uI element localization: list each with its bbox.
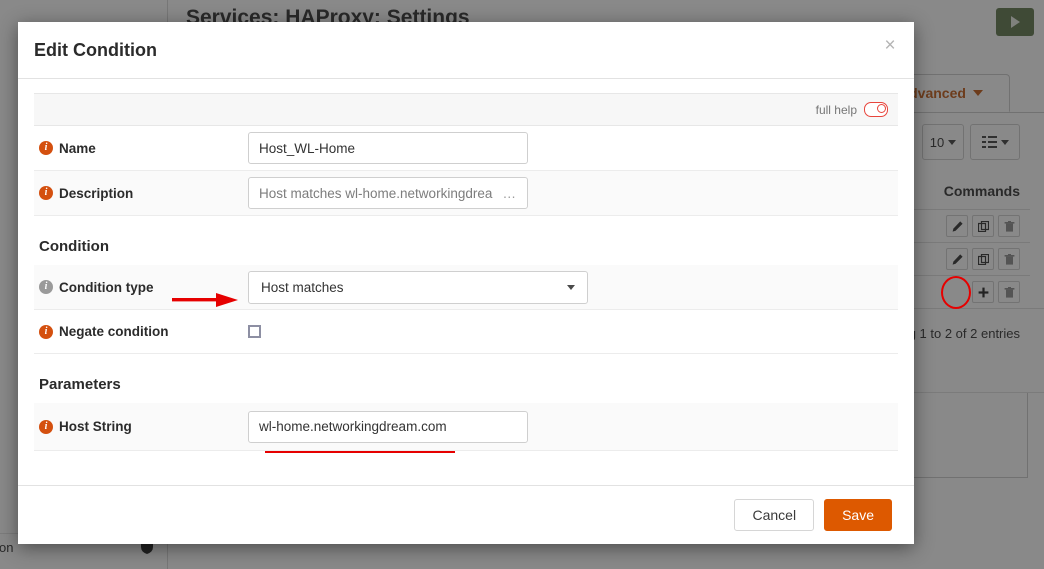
name-field-wrap: Host_WL-Home bbox=[248, 132, 898, 164]
close-icon[interactable]: × bbox=[880, 36, 900, 56]
condition-type-field-wrap: Host matches bbox=[248, 270, 898, 304]
name-label-group: i Name bbox=[34, 141, 248, 156]
annotation-ellipse bbox=[941, 276, 971, 309]
name-label: Name bbox=[59, 140, 96, 156]
negate-condition-label: Negate condition bbox=[59, 324, 169, 339]
host-string-field-wrap: wl-home.networkingdream.com bbox=[248, 410, 898, 443]
field-row-condition-type: i Condition type Host matches bbox=[34, 265, 898, 310]
negate-condition-field-wrap bbox=[248, 325, 898, 338]
modal-body: full help i Name Host_WL-Home i Descript… bbox=[18, 79, 914, 485]
description-label: Description bbox=[59, 185, 134, 201]
name-input[interactable]: Host_WL-Home bbox=[248, 132, 528, 164]
field-row-negate-condition: i Negate condition bbox=[34, 310, 898, 354]
info-icon[interactable]: i bbox=[39, 186, 53, 200]
field-row-name: i Name Host_WL-Home bbox=[34, 126, 898, 171]
host-string-input-value: wl-home.networkingdream.com bbox=[259, 419, 447, 434]
section-heading-condition: Condition bbox=[39, 238, 109, 255]
modal-title: Edit Condition bbox=[34, 39, 157, 60]
host-string-label: Host String bbox=[59, 419, 132, 434]
description-input[interactable]: Host matches wl-home.networkingdrea … bbox=[248, 177, 528, 209]
condition-type-select[interactable]: Host matches bbox=[248, 270, 588, 304]
edit-condition-modal: Edit Condition × full help i Name Host_W… bbox=[18, 22, 914, 544]
info-icon[interactable]: i bbox=[39, 141, 53, 155]
negate-condition-checkbox[interactable] bbox=[248, 325, 261, 338]
full-help-label: full help bbox=[815, 102, 857, 117]
description-input-value: Host matches wl-home.networkingdrea bbox=[259, 185, 493, 201]
overflow-ellipsis: … bbox=[502, 185, 517, 201]
name-input-value: Host_WL-Home bbox=[259, 140, 356, 156]
chevron-down-icon bbox=[567, 284, 575, 290]
cancel-button[interactable]: Cancel bbox=[734, 499, 815, 531]
condition-type-value: Host matches bbox=[261, 279, 344, 295]
host-string-input[interactable]: wl-home.networkingdream.com bbox=[248, 410, 528, 443]
description-field-wrap: Host matches wl-home.networkingdrea … bbox=[248, 177, 898, 209]
field-row-host-string: i Host String wl-home.networkingdream.co… bbox=[34, 403, 898, 451]
negate-condition-label-group: i Negate condition bbox=[34, 324, 248, 339]
full-help-bar: full help bbox=[34, 93, 898, 126]
host-string-label-group: i Host String bbox=[34, 419, 248, 434]
screen-root: ction Services: HAProxy: Settings Advanc… bbox=[0, 0, 1044, 569]
info-icon[interactable]: i bbox=[39, 324, 53, 339]
modal-header: Edit Condition × bbox=[18, 22, 914, 79]
full-help-toggle[interactable] bbox=[864, 102, 888, 117]
save-button[interactable]: Save bbox=[824, 499, 892, 531]
description-label-group: i Description bbox=[34, 186, 248, 201]
annotation-underline bbox=[265, 451, 455, 453]
field-row-description: i Description Host matches wl-home.netwo… bbox=[34, 171, 898, 216]
info-icon[interactable]: i bbox=[39, 280, 53, 294]
condition-type-label: Condition type bbox=[59, 279, 154, 295]
toggle-knob bbox=[877, 104, 886, 113]
section-heading-parameters: Parameters bbox=[39, 376, 121, 393]
condition-type-label-group: i Condition type bbox=[34, 280, 248, 295]
modal-footer: Cancel Save bbox=[18, 485, 914, 544]
info-icon[interactable]: i bbox=[39, 419, 53, 434]
